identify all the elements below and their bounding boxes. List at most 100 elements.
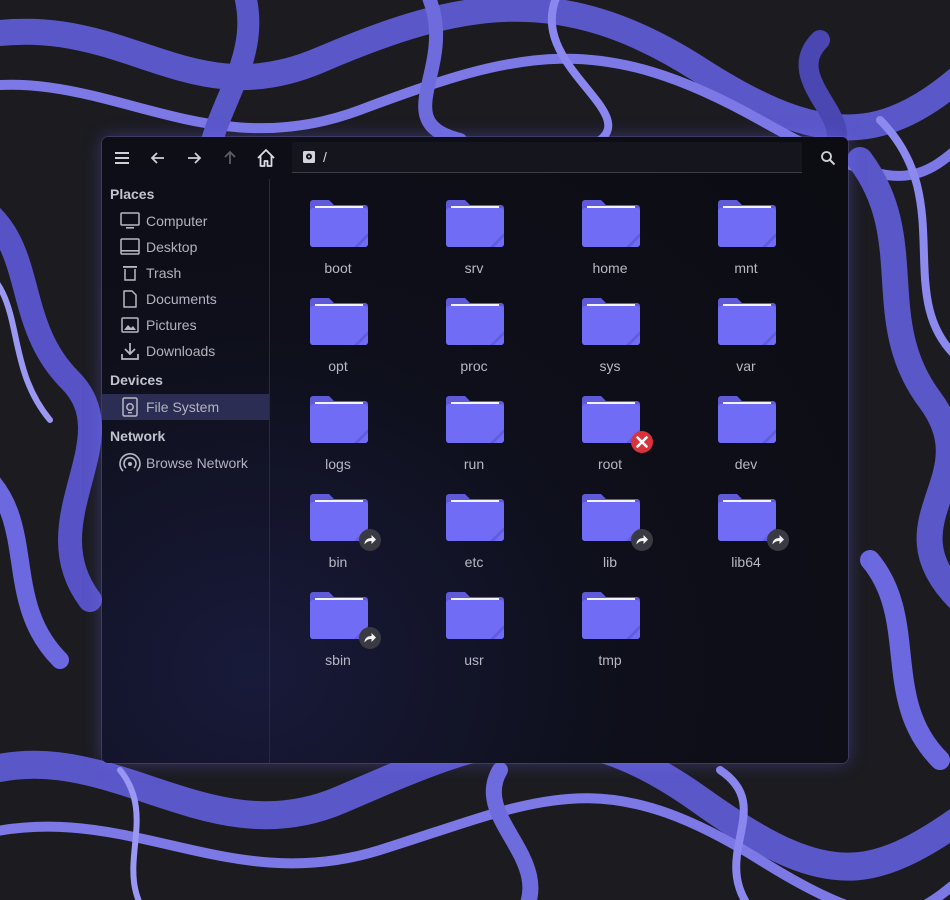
folder-item[interactable]: mnt [686,187,806,277]
folder-label: etc [464,554,484,570]
location-bar[interactable]: / [292,142,802,173]
search-button[interactable] [816,146,840,170]
folder-icon [580,195,642,249]
forward-arrow-icon [188,152,202,164]
header-bar: / [102,137,848,179]
folder-label: usr [464,652,484,668]
sidebar-item-label: Trash [146,265,182,281]
symlink-emblem-icon [630,528,654,552]
home-icon [257,149,275,167]
folder-icon [444,489,506,543]
up-arrow-icon [224,150,236,164]
folder-label: var [736,358,756,374]
desktop-icon [119,236,141,258]
folder-item[interactable]: srv [414,187,534,277]
folder-icon [444,293,506,347]
sidebar-item-label: Computer [146,213,208,229]
unreadable-emblem-icon [630,430,654,454]
folder-item[interactable]: bin [278,481,398,571]
folder-item[interactable]: sys [550,285,670,375]
folder-label: run [463,456,485,472]
folder-item[interactable]: usr [414,579,534,669]
sidebar-item-pictures[interactable]: Pictures [102,312,269,338]
sidebar-item-downloads[interactable]: Downloads [102,338,269,364]
folder-label: srv [464,260,484,276]
folder-icon [444,391,506,445]
folder-label: bin [328,554,348,570]
back-arrow-icon [150,152,164,164]
folder-grid: boot srv home mnt opt proc sys var logs run root de… [270,179,848,763]
folder-item[interactable]: dev [686,383,806,473]
document-icon [119,288,141,310]
folder-icon [580,293,642,347]
folder-label: sbin [325,652,351,668]
folder-label: opt [328,358,348,374]
sidebar-item-label: Documents [146,291,217,307]
folder-icon [444,587,506,641]
folder-label: lib64 [731,554,761,570]
folder-item[interactable]: var [686,285,806,375]
folder-item[interactable]: home [550,187,670,277]
section-title-devices: Devices [110,372,163,388]
sidebar: Places Computer Desktop Trash Documents [102,179,270,763]
folder-item[interactable]: etc [414,481,534,571]
folder-label: boot [324,260,352,276]
folder-icon [716,293,778,347]
drive-icon [303,151,315,163]
sidebar-item-documents[interactable]: Documents [102,286,269,312]
folder-icon [308,293,370,347]
folder-icon [580,587,642,641]
folder-icon [716,391,778,445]
sidebar-item-label: Pictures [146,317,197,333]
folder-label: logs [325,456,351,472]
folder-icon [308,391,370,445]
menu-button[interactable] [110,146,134,170]
folder-item[interactable]: run [414,383,534,473]
sidebar-item-label: Desktop [146,239,198,255]
back-button[interactable] [146,146,170,170]
sidebar-item-label: File System [146,399,220,415]
symlink-emblem-icon [358,626,382,650]
folder-item[interactable]: lib [550,481,670,571]
folder-icon [716,195,778,249]
network-icon [119,452,141,474]
file-manager-window: / Places Computer Desktop Trash Document… [102,137,848,763]
sidebar-item-file-system[interactable]: File System [102,394,269,420]
folder-item[interactable]: lib64 [686,481,806,571]
symlink-emblem-icon [358,528,382,552]
computer-icon [119,210,141,232]
symlink-emblem-icon [766,528,790,552]
section-title-network: Network [110,428,166,444]
sidebar-item-computer[interactable]: Computer [102,208,269,234]
folder-icon [308,195,370,249]
folder-item[interactable]: sbin [278,579,398,669]
folder-item[interactable]: tmp [550,579,670,669]
sidebar-item-label: Browse Network [146,455,248,471]
section-title-places: Places [110,186,155,202]
folder-item[interactable]: boot [278,187,398,277]
folder-item[interactable]: logs [278,383,398,473]
folder-item[interactable]: opt [278,285,398,375]
folder-icon [444,195,506,249]
home-button[interactable] [254,146,278,170]
sidebar-item-browse-network[interactable]: Browse Network [102,450,269,476]
forward-button[interactable] [182,146,206,170]
folder-label: dev [734,456,758,472]
up-button[interactable] [218,146,242,170]
folder-label: proc [460,358,488,374]
sidebar-item-trash[interactable]: Trash [102,260,269,286]
download-icon [119,340,141,362]
pictures-icon [119,314,141,336]
folder-label: tmp [598,652,622,668]
menu-icon [115,152,129,164]
folder-item[interactable]: proc [414,285,534,375]
trash-icon [119,262,141,284]
folder-label: lib [602,554,617,570]
folder-label: root [597,456,623,472]
folder-item[interactable]: root [550,383,670,473]
sidebar-item-desktop[interactable]: Desktop [102,234,269,260]
search-icon [821,151,836,166]
folder-label: sys [599,358,621,374]
drive-icon [119,396,141,418]
folder-label: mnt [734,260,758,276]
